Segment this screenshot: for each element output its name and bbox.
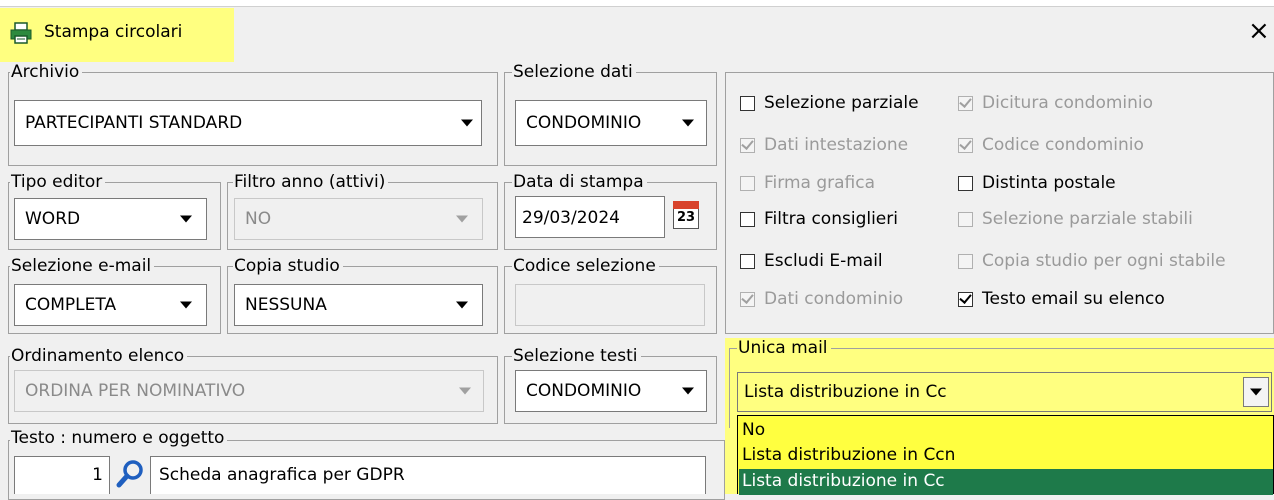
checkbox-box[interactable] [740,95,755,111]
unica-mail-dropdown-list: No Lista distribuzione in Ccn Lista dist… [737,415,1274,495]
selezione-email-value: COMPLETA [25,295,117,315]
checkmark-icon [741,290,754,304]
selezione-testi-value: CONDOMINIO [526,381,642,401]
checkbox-box[interactable] [958,253,973,269]
checkbox-box[interactable] [958,211,973,227]
checkbox-label: Distinta postale [982,173,1116,193]
data-stampa-value: 29/03/2024 [522,208,620,228]
printer-icon [10,22,32,44]
checkbox-box[interactable] [958,94,973,111]
top-border [0,0,1274,7]
dropdown-option[interactable]: No [742,420,765,440]
chevron-down-icon [180,215,192,223]
checkmark-icon [959,136,972,150]
checkbox-box[interactable] [740,290,755,307]
selezione-dati-select[interactable]: CONDOMINIO [515,100,707,146]
data-stampa-input[interactable]: 29/03/2024 [515,196,665,238]
option-checkbox[interactable]: Codice condominio [958,134,1144,156]
codice-selezione-input[interactable] [515,284,705,326]
selezione-dati-value: CONDOMINIO [526,113,642,133]
checkbox-label: Dicitura condominio [982,93,1154,113]
ordinamento-select[interactable]: ORDINA PER NOMINATIVO [14,370,484,412]
copia-studio-select[interactable]: NESSUNA [234,284,483,326]
checkbox-label: Escludi E-mail [764,251,883,271]
chevron-down-icon [461,119,473,127]
dropdown-option-selected[interactable]: Lista distribuzione in Cc [742,471,945,491]
option-checkbox[interactable]: Copia studio per ogni stabile [958,250,1226,272]
option-checkbox[interactable]: Dati intestazione [740,134,908,156]
checkmark-icon [959,94,972,108]
checkbox-box[interactable] [958,175,973,191]
copia-studio-label: Copia studio [233,256,343,276]
checkbox-label: Firma grafica [764,173,876,193]
tipo-editor-value: WORD [25,209,81,229]
checkmark-icon [741,136,754,150]
checkbox-label: Testo email su elenco [982,289,1165,309]
ordinamento-value: ORDINA PER NOMINATIVO [25,381,246,401]
option-checkbox[interactable]: Selezione parziale stabili [958,208,1193,230]
unica-mail-label: Unica mail [737,338,831,358]
checkbox-box[interactable] [740,175,755,191]
chevron-down-icon [459,387,471,395]
archivio-select[interactable]: PARTECIPANTI STANDARD [14,100,482,146]
option-checkbox[interactable]: Dicitura condominio [958,92,1153,114]
testo-label: Testo : numero e oggetto [10,428,228,448]
checkbox-box[interactable] [958,136,973,153]
checkbox-label: Filtra consiglieri [764,209,898,229]
dropdown-button[interactable] [1243,377,1269,407]
chevron-down-icon [682,119,694,127]
option-checkbox[interactable]: Testo email su elenco [958,288,1165,310]
tipo-editor-label: Tipo editor [10,172,106,192]
codice-selezione-label: Codice selezione [512,256,659,276]
ordinamento-label: Ordinamento elenco [10,346,188,366]
testo-numero-input[interactable]: 1 [14,456,110,494]
filtro-anno-value: NO [245,209,272,229]
checkbox-box[interactable] [958,290,973,307]
selezione-email-label: Selezione e-mail [10,256,155,276]
option-checkbox[interactable]: Firma grafica [740,172,875,194]
checkbox-box[interactable] [740,253,755,269]
data-stampa-label: Data di stampa [512,172,647,192]
testo-numero-value: 1 [92,465,103,485]
checkmark-icon [959,290,972,304]
calendar-day: 23 [676,210,696,225]
chevron-down-icon [682,387,694,395]
selezione-testi-select[interactable]: CONDOMINIO [515,370,707,412]
chevron-down-icon [1250,388,1262,396]
option-checkbox[interactable]: Escludi E-mail [740,250,883,272]
archivio-label: Archivio [10,62,83,82]
checkbox-label: Dati intestazione [764,135,909,155]
search-icon[interactable] [114,458,146,490]
selezione-email-select[interactable]: COMPLETA [14,284,207,326]
checkbox-label: Selezione parziale stabili [982,209,1193,229]
copia-studio-value: NESSUNA [245,295,327,315]
selezione-dati-label: Selezione dati [512,62,636,82]
chevron-down-icon [456,301,468,309]
close-icon[interactable]: × [1248,18,1270,44]
checkbox-box[interactable] [740,136,755,153]
unica-mail-select[interactable]: Lista distribuzione in Cc [737,372,1272,412]
checkbox-label: Codice condominio [982,135,1144,155]
filtro-anno-select[interactable]: NO [234,198,483,240]
checkbox-box[interactable] [740,211,755,227]
option-checkbox[interactable]: Selezione parziale [740,92,919,114]
option-checkbox[interactable]: Distinta postale [958,172,1116,194]
tipo-editor-select[interactable]: WORD [14,198,207,240]
testo-oggetto-input[interactable]: Scheda anagrafica per GDPR [150,456,706,494]
chevron-down-icon [180,301,192,309]
checkbox-label: Selezione parziale [764,93,919,113]
unica-mail-value: Lista distribuzione in Cc [744,382,947,402]
selezione-testi-label: Selezione testi [512,346,641,366]
window-title: Stampa circolari [44,22,183,42]
filtro-anno-label: Filtro anno (attivi) [233,172,389,192]
chevron-down-icon [456,215,468,223]
dropdown-option[interactable]: Lista distribuzione in Ccn [742,445,955,465]
archivio-value: PARTECIPANTI STANDARD [25,113,243,133]
calendar-icon[interactable]: 23 [671,199,703,233]
testo-oggetto-value: Scheda anagrafica per GDPR [159,465,405,485]
option-checkbox[interactable]: Dati condominio [740,288,903,310]
checkbox-label: Dati condominio [764,289,904,309]
option-checkbox[interactable]: Filtra consiglieri [740,208,898,230]
checkbox-label: Copia studio per ogni stabile [982,251,1226,271]
